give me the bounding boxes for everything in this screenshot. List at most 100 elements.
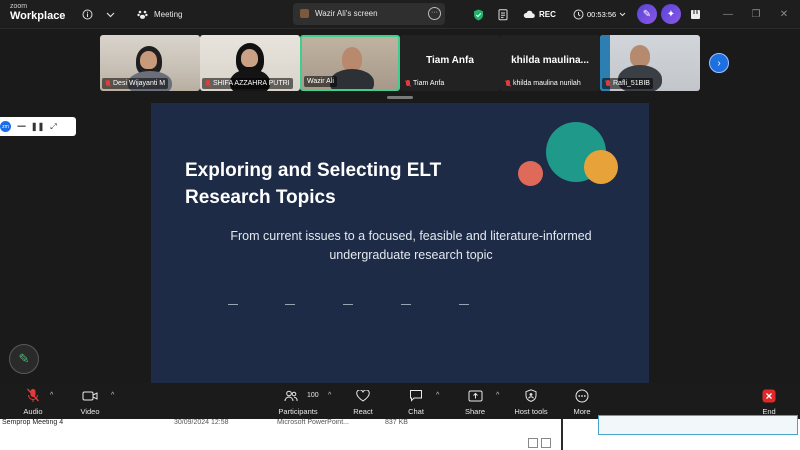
participant-video	[630, 45, 650, 67]
chevron-right-icon: ›	[717, 57, 721, 69]
timer-value: 00:53:56	[587, 9, 617, 19]
host-tools-label: Host tools	[514, 407, 548, 416]
participant-tile[interactable]: Rafli_51BIB	[600, 35, 700, 91]
restore-icon: ❐	[751, 9, 761, 20]
react-label: React	[353, 407, 373, 416]
participant-tile[interactable]: Tiam Anfa Tiam Anfa	[400, 35, 500, 91]
slide-divider	[401, 304, 411, 305]
active-speaker-tile[interactable]: Wazir Ali	[300, 35, 400, 91]
more-options-icon[interactable]: ···	[428, 7, 441, 20]
react-button[interactable]: React	[338, 386, 388, 416]
encryption-shield[interactable]	[473, 0, 484, 29]
participant-display-name: khilda maulina...	[511, 55, 589, 66]
shield-icon	[473, 9, 484, 21]
share-label: Share	[464, 407, 485, 416]
participant-video	[342, 47, 362, 71]
more-button[interactable]: More	[557, 386, 607, 416]
mic-muted-icon	[505, 79, 511, 88]
audio-level-icon: ▪▪▪▪▪▪▪	[17, 123, 26, 130]
recording-indicator[interactable]: REC	[523, 4, 556, 24]
participant-name: Desi Wijayanti M	[113, 80, 166, 87]
chevron-down-icon	[619, 12, 626, 17]
ai-companion-button[interactable]: ✎	[637, 4, 657, 24]
cloud-icon	[523, 10, 535, 19]
share-button[interactable]: Share	[450, 386, 500, 416]
chat-label: Chat	[408, 407, 424, 416]
file-size: 837 KB	[385, 419, 408, 426]
file-name: Semprop Meeting 4	[2, 419, 64, 426]
chevron-down-icon	[106, 12, 115, 18]
participants-count: 100	[307, 392, 319, 399]
apps-icon	[690, 9, 701, 20]
chat-button[interactable]: Chat	[391, 386, 441, 416]
participant-tile[interactable]: SHIFA AZZAHRA PUTRI	[200, 35, 300, 91]
video-button[interactable]: Video	[65, 386, 115, 416]
share-options-caret[interactable]: ^	[496, 392, 499, 399]
pencil-icon: ✎	[18, 351, 30, 366]
meeting-timer[interactable]: 00:53:56	[573, 4, 626, 24]
end-meeting-button[interactable]: End	[744, 386, 794, 416]
share-screen-icon	[468, 386, 483, 405]
participants-icon	[284, 386, 298, 405]
details-view-icon[interactable]	[528, 438, 538, 448]
participant-tile[interactable]: khilda maulina... khilda maulina nurilah	[500, 35, 600, 91]
participant-name-tag: Wazir Ali	[304, 76, 337, 87]
notes-icon	[498, 8, 509, 21]
brand-bottom: Workplace	[10, 10, 66, 22]
mic-muted-icon	[27, 386, 39, 405]
video-label: Video	[80, 407, 100, 416]
decorative-orange-circle	[584, 150, 618, 184]
participant-name: khilda maulina nurilah	[513, 80, 581, 87]
pause-icon[interactable]: ❚❚	[31, 122, 44, 131]
clock-icon	[573, 9, 584, 20]
slide-divider	[459, 304, 469, 305]
floating-share-control[interactable]: zm ▪▪▪▪▪▪▪ ❚❚ ⤢	[0, 117, 76, 136]
participant-tile[interactable]: Desi Wijayanti M	[100, 35, 200, 91]
strip-resize-handle[interactable]	[387, 96, 413, 99]
participant-name-tag: Rafli_51BIB	[602, 78, 653, 89]
more-dots-icon	[575, 386, 589, 405]
host-tools-button[interactable]: Host tools	[506, 386, 556, 416]
slide-divider	[285, 304, 295, 305]
notes-button[interactable]	[498, 0, 509, 29]
rec-label: REC	[539, 9, 556, 19]
sparkle-icon: ✦	[666, 8, 676, 20]
audio-options-caret[interactable]: ^	[50, 392, 53, 399]
window-divider	[561, 419, 563, 450]
expand-icon[interactable]: ⤢	[50, 122, 56, 132]
background-input-box[interactable]	[598, 415, 798, 435]
close-window-button[interactable]: ✕	[772, 0, 796, 29]
audio-button[interactable]: Audio	[8, 386, 58, 416]
mic-muted-icon	[205, 79, 211, 88]
apps-button[interactable]	[690, 0, 701, 29]
view-toggle-group[interactable]	[528, 438, 551, 448]
meeting-tab[interactable]: Meeting	[137, 0, 182, 29]
participant-display-name: Tiam Anfa	[426, 55, 474, 66]
chat-options-caret[interactable]: ^	[436, 392, 439, 399]
participant-name-tag: SHIFA AZZAHRA PUTRI	[202, 78, 293, 89]
participants-options-caret[interactable]: ^	[328, 392, 331, 399]
meeting-label: Meeting	[154, 10, 183, 19]
annotate-button[interactable]: ✎	[9, 344, 39, 374]
participant-face	[241, 49, 258, 67]
view-dropdown[interactable]	[106, 0, 115, 29]
tiles-view-icon[interactable]	[541, 438, 551, 448]
chat-bubble-icon	[409, 386, 423, 405]
heart-icon	[356, 386, 370, 405]
info-icon	[82, 9, 93, 20]
minimize-icon: —	[723, 9, 733, 20]
participant-strip: Desi Wijayanti M SHIFA AZZAHRA PUTRI Waz…	[0, 30, 800, 96]
slide-divider	[343, 304, 353, 305]
meeting-info-button[interactable]	[82, 0, 93, 29]
video-options-caret[interactable]: ^	[111, 392, 114, 399]
maximize-button[interactable]: ❐	[744, 0, 768, 29]
ai-sparkle-button[interactable]: ✦	[661, 4, 681, 24]
participant-face	[140, 51, 157, 69]
participants-button[interactable]: Participants	[273, 386, 323, 416]
title-bar: zoom Workplace Meeting Wazir Ali's scree…	[0, 0, 800, 29]
next-page-button[interactable]: ›	[709, 53, 729, 73]
screen-share-indicator[interactable]: Wazir Ali's screen ···	[293, 3, 445, 25]
participant-name-tag: Desi Wijayanti M	[102, 78, 169, 89]
meeting-toolbar: Audio ^ Video ^ Participants 100 ^ React…	[0, 383, 800, 419]
minimize-button[interactable]: —	[716, 0, 740, 29]
